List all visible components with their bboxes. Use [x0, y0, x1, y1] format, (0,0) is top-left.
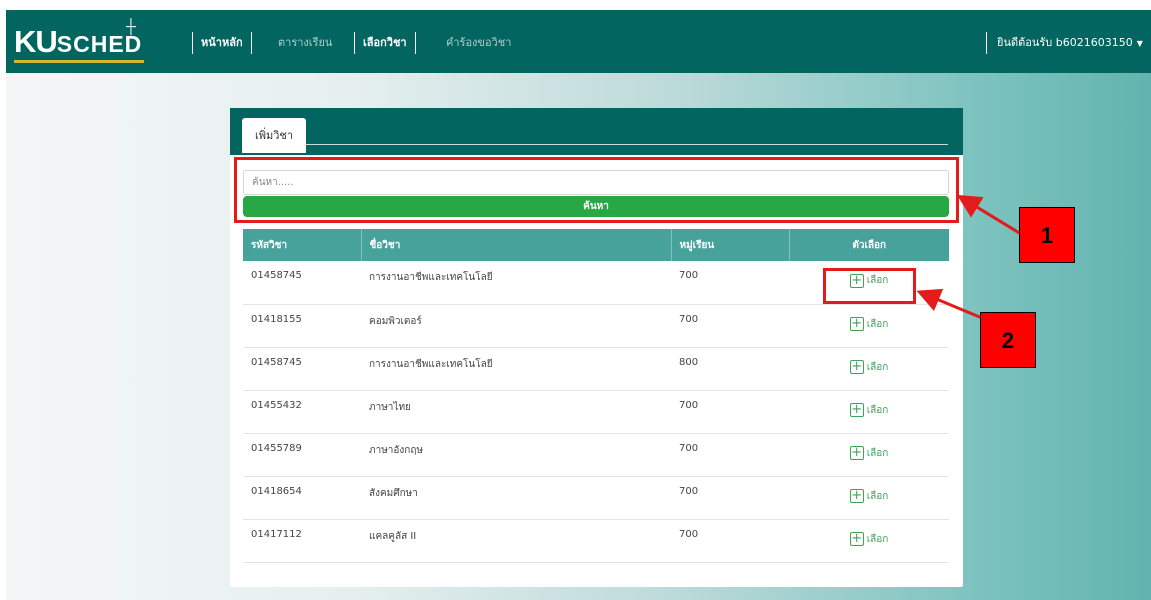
logo-underline [14, 60, 144, 63]
nav-item-timetable[interactable]: ตารางเรียน [270, 32, 340, 54]
select-button[interactable]: + เลือก [849, 359, 889, 375]
select-label: เลือก [866, 533, 889, 545]
tab-divider [306, 144, 948, 145]
header-options: ตัวเลือก [852, 239, 887, 251]
course-name: ภาษาไทย [361, 390, 671, 434]
action-cell: + เลือก [789, 347, 949, 391]
annotation-callout-1: 1 [1019, 207, 1075, 263]
course-code: 01458745 [243, 261, 361, 305]
nav-item-select-course[interactable]: เลือกวิชา [354, 32, 416, 54]
logo-sub: SCHED [56, 31, 143, 57]
table-row: 01418155 คอมพิวเตอร์ 700 + เลือก [243, 304, 949, 348]
plus-icon: + [849, 531, 864, 546]
navbar: KU SCHED ┼ หน้าหลัก ตารางเรียน เลือกวิชา … [6, 10, 1151, 73]
course-section: 700 [671, 261, 789, 305]
plus-icon: + [849, 445, 864, 460]
course-section: 700 [671, 390, 789, 434]
user-greeting: ยินดีต้อนรับ b6021603150 [997, 36, 1133, 49]
logo[interactable]: KU SCHED ┼ [14, 18, 144, 63]
user-menu[interactable]: ยินดีต้อนรับ b6021603150 ▼ [986, 32, 1143, 54]
header-section: หมู่เรียน [671, 229, 790, 261]
logo-main: KU [14, 24, 58, 59]
plus-icon: + [849, 402, 864, 417]
plus-icon: + [849, 488, 864, 503]
plus-icon: + [849, 316, 864, 331]
course-code: 01417112 [243, 519, 361, 563]
tab-add-course[interactable]: เพิ่มวิชา [242, 118, 306, 153]
table-row: 01458745 การงานอาชีพและเทคโนโลยี 800 + เล… [243, 347, 949, 391]
table-row: 01418654 สังคมศึกษา 700 + เลือก [243, 476, 949, 520]
course-section: 700 [671, 519, 789, 563]
card-header: เพิ่มวิชา [230, 108, 963, 155]
table-row: 01455789 ภาษาอังกฤษ 700 + เลือก [243, 433, 949, 477]
course-section: 700 [671, 433, 789, 477]
action-cell: + เลือก [789, 433, 949, 477]
course-code: 01455789 [243, 433, 361, 477]
action-cell: + เลือก [789, 390, 949, 434]
select-label: เลือก [866, 490, 889, 502]
course-name: ภาษาอังกฤษ [361, 433, 671, 477]
select-label: เลือก [866, 361, 889, 373]
header-name: ชื่อวิชา [361, 229, 672, 261]
plus-icon: + [849, 359, 864, 374]
header-code: รหัสวิชา [243, 229, 362, 261]
select-label: เลือก [866, 447, 889, 459]
action-cell: + เลือก [789, 476, 949, 520]
course-name: แคลคูลัส II [361, 519, 671, 563]
nav-item-course-request[interactable]: คำร้องขอวิชา [438, 32, 519, 54]
table-row: 01417112 แคลคูลัส II 700 + เลือก [243, 519, 949, 563]
table-header-row: รหัสวิชา ชื่อวิชา หมู่เรียน ตัวเลือก [243, 229, 949, 261]
select-button[interactable]: + เลือก [849, 445, 889, 461]
annotation-callout-2: 2 [980, 312, 1036, 368]
select-button[interactable]: + เลือก [849, 488, 889, 504]
course-name: คอมพิวเตอร์ [361, 304, 671, 348]
annotation-box-search [234, 157, 959, 223]
caret-down-icon: ▼ [1136, 39, 1143, 48]
course-section: 800 [671, 347, 789, 391]
logo-cross-icon: ┼ [126, 18, 136, 34]
action-cell: + เลือก [789, 304, 949, 348]
select-label: เลือก [866, 318, 889, 330]
select-button[interactable]: + เลือก [849, 316, 889, 332]
course-code: 01455432 [243, 390, 361, 434]
course-code: 01418155 [243, 304, 361, 348]
select-button[interactable]: + เลือก [849, 531, 889, 547]
action-cell: + เลือก [789, 519, 949, 563]
course-name: การงานอาชีพและเทคโนโลยี [361, 261, 671, 305]
select-label: เลือก [866, 404, 889, 416]
table-row: 01455432 ภาษาไทย 700 + เลือก [243, 390, 949, 434]
course-code: 01458745 [243, 347, 361, 391]
course-name: สังคมศึกษา [361, 476, 671, 520]
course-name: การงานอาชีพและเทคโนโลยี [361, 347, 671, 391]
course-section: 700 [671, 304, 789, 348]
nav-item-home[interactable]: หน้าหลัก [192, 32, 252, 54]
course-section: 700 [671, 476, 789, 520]
course-code: 01418654 [243, 476, 361, 520]
annotation-box-select [823, 268, 916, 304]
select-button[interactable]: + เลือก [849, 402, 889, 418]
